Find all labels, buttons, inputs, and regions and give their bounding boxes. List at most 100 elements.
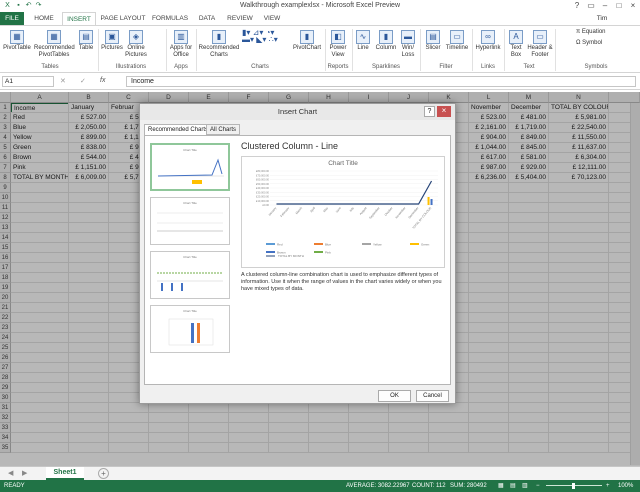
- tab-page-layout[interactable]: PAGE LAYOUT: [100, 12, 146, 25]
- formula-enter-icon[interactable]: ✓: [80, 77, 86, 85]
- chart-type-heading: Clustered Column - Line: [241, 141, 339, 151]
- slicer-button[interactable]: ▤ Slicer: [422, 30, 444, 52]
- recommended-charts-button[interactable]: ▮ Recommended Charts: [198, 30, 240, 59]
- header-footer-button[interactable]: ▭ Header & Footer: [527, 30, 553, 59]
- sparkline-winloss-button[interactable]: ▬ Win/ Loss: [398, 30, 418, 59]
- timeline-button[interactable]: ▭ Timeline: [444, 30, 470, 52]
- chart-thumbnail-4[interactable]: Chart Title: [150, 305, 230, 353]
- pictures-icon: ▣: [105, 30, 119, 44]
- ok-button[interactable]: OK: [378, 390, 411, 402]
- apps-for-office-button[interactable]: ▥ Apps for Office: [168, 30, 194, 59]
- zoom-slider-thumb[interactable]: [572, 483, 575, 489]
- pivotchart-button[interactable]: ▮ PivotChart: [290, 30, 324, 52]
- legend-swatch: [314, 251, 323, 253]
- zoom-level[interactable]: 100%: [618, 480, 633, 492]
- tab-formulas[interactable]: FORMULAS: [150, 12, 190, 25]
- sheet-prev-icon[interactable]: ◀: [8, 469, 13, 477]
- window-title: Walkthrough examplexlsx - Microsoft Exce…: [239, 2, 400, 9]
- thumbnail-chart-icon: [157, 212, 223, 232]
- pivotchart-icon: ▮: [300, 30, 314, 44]
- y-tick-label: £0.00: [263, 203, 270, 207]
- page-break-view-icon[interactable]: ▥: [522, 480, 528, 492]
- pivottable-button[interactable]: ▦ PivotTable: [2, 30, 32, 52]
- normal-view-icon[interactable]: ▦: [498, 480, 504, 492]
- winloss-icon: ▬: [401, 30, 415, 44]
- online-pictures-button[interactable]: ◈ Online Pictures: [124, 30, 148, 59]
- help-icon[interactable]: ?: [570, 0, 584, 12]
- dialog-title: Insert Chart: [140, 104, 455, 120]
- tab-recommended-charts[interactable]: Recommended Charts: [144, 124, 213, 135]
- sparkline-column-button[interactable]: ▮ Column: [374, 30, 398, 52]
- legend-swatch: [266, 251, 275, 253]
- tab-home[interactable]: HOME: [30, 12, 58, 25]
- status-average: AVERAGE: 3082.22967: [346, 483, 410, 489]
- tab-view[interactable]: VIEW: [260, 12, 284, 25]
- x-tick-label: October: [384, 206, 394, 217]
- tab-data[interactable]: DATA: [194, 12, 220, 25]
- chart-thumbnail-clustered-column-line[interactable]: Chart Title: [150, 143, 230, 191]
- formula-cancel-icon[interactable]: ✕: [60, 77, 66, 85]
- insert-function-icon[interactable]: fx: [100, 77, 105, 84]
- header-footer-icon: ▭: [533, 30, 547, 44]
- group-separator: [420, 29, 421, 71]
- maximize-button[interactable]: □: [612, 0, 626, 12]
- dialog-help-icon[interactable]: ?: [424, 106, 435, 117]
- status-sum: SUM: 280492: [450, 483, 487, 489]
- y-tick-label: £60,000.00: [256, 178, 270, 182]
- y-tick-label: £70,000.00: [256, 173, 270, 177]
- legend-swatch: [266, 243, 275, 245]
- timeline-icon: ▭: [450, 30, 464, 44]
- dialog-close-icon[interactable]: ×: [437, 106, 451, 117]
- page-layout-view-icon[interactable]: ▤: [510, 480, 516, 492]
- zoom-in-icon[interactable]: +: [606, 480, 610, 492]
- recommended-pivottables-button[interactable]: ▦ Recommended PivotTables: [34, 30, 75, 59]
- text-box-button[interactable]: A Text Box: [506, 30, 526, 59]
- tab-review[interactable]: REVIEW: [224, 12, 256, 25]
- name-box[interactable]: A1: [2, 76, 54, 87]
- thumbnail-chart-icon: [157, 272, 223, 291]
- sparkline-line-button[interactable]: ∿ Line: [354, 30, 372, 52]
- power-view-button[interactable]: ◧ Power View: [327, 30, 349, 59]
- x-tick-label: June: [335, 206, 342, 214]
- pictures-button[interactable]: ▣ Pictures: [100, 30, 124, 52]
- add-sheet-icon[interactable]: +: [98, 468, 109, 479]
- x-tick-label: August: [359, 206, 368, 216]
- ribbon-display-icon[interactable]: ▭: [584, 0, 598, 12]
- tab-file[interactable]: FILE: [0, 12, 24, 25]
- sheet-next-icon[interactable]: ▶: [22, 469, 27, 477]
- x-tick-label: February: [279, 206, 290, 218]
- minimize-button[interactable]: –: [598, 0, 612, 12]
- power-view-icon: ◧: [331, 30, 345, 44]
- group-separator: [166, 29, 167, 71]
- user-name[interactable]: Tim: [592, 12, 612, 25]
- table-button[interactable]: ▤ Table: [76, 30, 96, 52]
- cancel-button[interactable]: Cancel: [416, 390, 449, 402]
- close-button[interactable]: ×: [626, 0, 640, 12]
- formula-input[interactable]: Income: [126, 76, 636, 87]
- group-illustrations-label: Illustrations: [115, 64, 147, 70]
- group-separator: [472, 29, 473, 71]
- group-separator: [98, 29, 99, 71]
- chart-type-gallery[interactable]: ▮▾ ⊿▾ ◔▾ ▬▾ ◣▾ ∴▾: [242, 29, 290, 44]
- status-ready: READY: [4, 483, 25, 489]
- online-pictures-icon: ◈: [129, 30, 143, 44]
- dialog-body: Chart Title Chart Title Chart Title Char…: [144, 135, 451, 385]
- tab-insert[interactable]: INSERT: [62, 12, 96, 25]
- chart-thumbnail-2[interactable]: Chart Title: [150, 197, 230, 245]
- recommended-charts-icon: ▮: [212, 30, 226, 44]
- y-tick-label: £40,000.00: [256, 186, 270, 190]
- equation-button[interactable]: π Equation: [576, 29, 616, 36]
- title-bar: X ▪ ↶ ↷ Walkthrough examplexlsx - Micros…: [0, 0, 640, 12]
- group-links-label: Links: [480, 64, 495, 70]
- chart-thumbnail-3[interactable]: Chart Title: [150, 251, 230, 299]
- hyperlink-button[interactable]: ∞ Hyperlink: [474, 30, 502, 52]
- zoom-out-icon[interactable]: −: [536, 480, 540, 492]
- group-symbols-label: Symbols: [584, 64, 608, 70]
- slicer-icon: ▤: [426, 30, 440, 44]
- symbol-button[interactable]: Ω Symbol: [576, 40, 616, 47]
- sheet-tab-sheet1[interactable]: Sheet1: [46, 467, 84, 480]
- tab-all-charts[interactable]: All Charts: [206, 124, 241, 135]
- apps-icon: ▥: [174, 30, 188, 44]
- x-tick-label: March: [295, 206, 304, 215]
- hyperlink-icon: ∞: [481, 30, 495, 44]
